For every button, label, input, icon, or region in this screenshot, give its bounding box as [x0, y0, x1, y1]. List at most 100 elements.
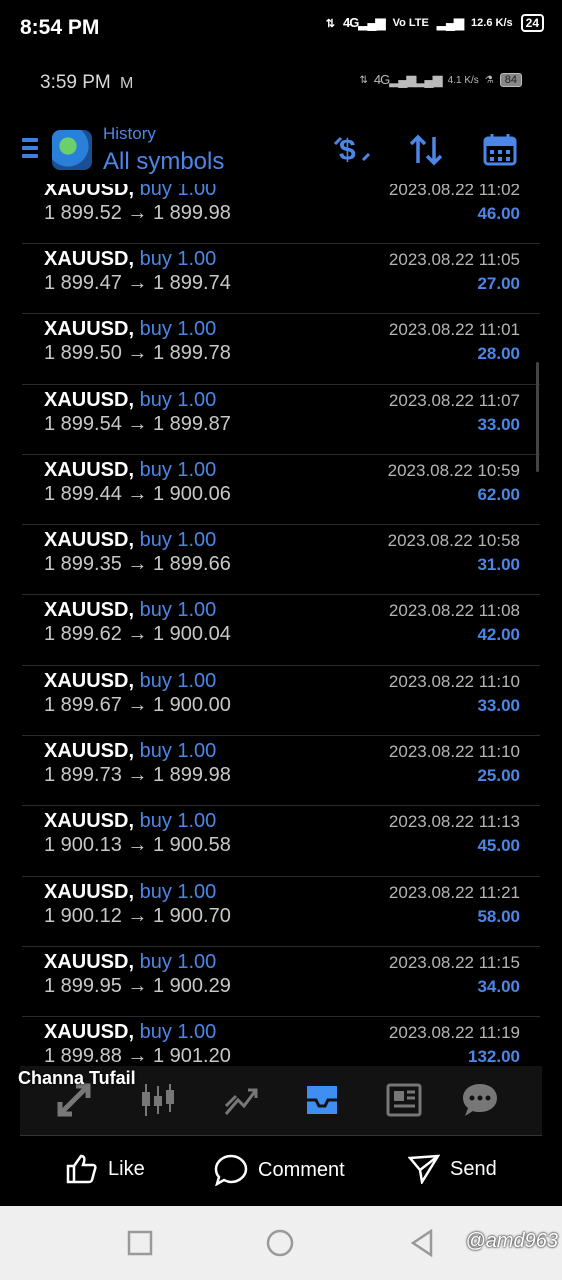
recents-icon[interactable] — [122, 1226, 158, 1260]
signal-icon: 4G▂▄▆▂▄▆ — [373, 72, 443, 87]
system-nav-bar: @amd963 — [0, 1206, 562, 1280]
trade-datetime: 2023.08.22 11:15 — [388, 952, 520, 972]
trade-symbol: XAUUSD, buy 1.00 — [44, 248, 217, 270]
status-icons: ⇅ 4G▂▄▆ Vo LTE ▂▄▆ 12.6 K/s 24 — [326, 14, 544, 32]
trade-prices: 1 899.88 → 1 901.20 — [44, 1045, 231, 1066]
like-label: Like — [108, 1157, 145, 1180]
trade-prices: 1 899.95 → 1 900.29 — [44, 974, 231, 997]
trade-symbol: XAUUSD, buy 1.00 — [44, 388, 217, 411]
trade-prices: 1 899.54 → 1 899.87 — [44, 412, 231, 435]
trade-row[interactable]: XAUUSD, buy 1.00 1 900.12 → 1 900.70 2023.… — [22, 877, 540, 947]
trade-direction: buy 1.00 — [139, 529, 217, 552]
chat-icon[interactable] — [460, 1080, 500, 1120]
trade-row[interactable]: XAUUSD, buy 1.00 1 899.50 → 1 899.78 2023.… — [22, 314, 540, 385]
scrollbar[interactable] — [536, 362, 539, 472]
watermark: @amd963 — [465, 1230, 558, 1252]
trade-row[interactable]: XAUUSD, buy 1.00 1 899.62 → 1 900.04 2023.… — [22, 595, 540, 666]
trade-prices: 1 899.50 → 1 899.78 — [44, 342, 231, 365]
calendar-icon[interactable] — [480, 130, 520, 170]
home-icon[interactable] — [262, 1226, 298, 1260]
gmail-icon: M — [120, 75, 134, 92]
trade-datetime: 2023.08.22 11:02 — [388, 184, 520, 199]
trade-datetime: 2023.08.22 11:01 — [388, 320, 520, 340]
back-icon[interactable] — [404, 1226, 440, 1260]
trade-profit: 62.00 — [477, 484, 520, 504]
trade-datetime: 2023.08.22 11:08 — [388, 601, 520, 621]
like-icon — [66, 1154, 97, 1184]
trade-profit: 28.00 — [477, 344, 520, 364]
inner-status-time: 3:59 PM M — [40, 72, 134, 93]
trade-profit: 45.00 — [477, 836, 520, 856]
send-button[interactable]: Send — [408, 1154, 497, 1184]
trade-profit: 33.00 — [477, 414, 520, 434]
trade-symbol: XAUUSD, buy 1.00 — [44, 740, 217, 763]
sort-icon[interactable] — [406, 130, 446, 170]
trade-direction: buy 1.00 — [139, 318, 217, 341]
post-actions-bar: Like Comment Send — [0, 1136, 562, 1206]
trade-row[interactable]: XAUUSD, buy 1.00 1 899.47 → 1 899.74 2023.… — [22, 244, 540, 315]
trade-profit: 42.00 — [477, 625, 520, 645]
comment-label: Comment — [258, 1158, 345, 1181]
trade-symbol: XAUUSD, buy 1.00 — [44, 950, 217, 973]
page-subtitle: History — [103, 124, 156, 143]
trade-symbol: XAUUSD, buy 1.00 — [44, 458, 217, 481]
trade-icon[interactable] — [220, 1080, 260, 1120]
trade-row[interactable]: XAUUSD, buy 1.00 1 899.52 → 1 899.98 2023.… — [22, 184, 540, 244]
trade-row[interactable]: XAUUSD, buy 1.00 1 899.95 → 1 900.29 2023.… — [22, 947, 540, 1018]
trade-direction: buy 1.00 — [139, 1021, 217, 1044]
trade-profit: 46.00 — [477, 204, 520, 223]
trade-profit: 25.00 — [477, 766, 520, 786]
trade-history-list[interactable]: XAUUSD, buy 1.00 1 899.52 → 1 899.98 2023.… — [22, 184, 540, 1066]
trade-prices: 1 899.35 → 1 899.66 — [44, 553, 231, 576]
data-arrows-icon: ⇅ — [359, 74, 368, 86]
deposit-filter-icon[interactable]: $ — [332, 130, 372, 170]
trade-datetime: 2023.08.22 11:19 — [388, 1023, 520, 1043]
menu-icon[interactable] — [22, 138, 38, 162]
trade-row[interactable]: XAUUSD, buy 1.00 1 900.13 → 1 900.58 2023.… — [22, 806, 540, 877]
battery-icon: 84 — [499, 73, 522, 87]
data-arrows-icon: ⇅ — [325, 17, 335, 30]
comment-button[interactable]: Comment — [214, 1154, 345, 1186]
net-speed: 12.6 K/s — [471, 17, 513, 29]
inner-status-bar: 3:59 PM M ⇅ 4G▂▄▆▂▄▆ 4.1 K/s ⚗ 84 — [0, 66, 562, 100]
trade-datetime: 2023.08.22 11:10 — [388, 742, 520, 762]
trade-prices: 1 899.62 → 1 900.04 — [44, 623, 231, 646]
trade-prices: 1 899.67 → 1 900.00 — [44, 693, 231, 716]
trade-profit: 33.00 — [477, 695, 520, 715]
trade-datetime: 2023.08.22 11:21 — [388, 882, 520, 902]
trade-datetime: 2023.08.22 11:13 — [388, 812, 520, 832]
trade-profit: 31.00 — [477, 555, 520, 575]
battery-icon: 24 — [520, 14, 544, 32]
trade-row[interactable]: XAUUSD, buy 1.00 1 899.54 → 1 899.87 2023.… — [22, 385, 540, 455]
trade-symbol: XAUUSD, buy 1.00 — [44, 810, 217, 833]
inner-status-icons: ⇅ 4G▂▄▆▂▄▆ 4.1 K/s ⚗ 84 — [359, 72, 522, 88]
trade-datetime: 2023.08.22 10:59 — [387, 460, 520, 480]
metatrader-logo-icon — [52, 130, 92, 170]
news-icon[interactable] — [384, 1080, 424, 1120]
trade-row[interactable]: XAUUSD, buy 1.00 1 899.44 → 1 900.06 2023.… — [22, 455, 540, 526]
trade-profit: 132.00 — [468, 1047, 520, 1066]
chart-icon[interactable] — [138, 1080, 178, 1120]
send-label: Send — [450, 1157, 497, 1180]
trade-row[interactable]: XAUUSD, buy 1.00 1 899.88 → 1 901.20 2023.… — [22, 1017, 540, 1066]
trade-row[interactable]: XAUUSD, buy 1.00 1 899.73 → 1 899.98 2023.… — [22, 736, 540, 807]
trade-direction: buy 1.00 — [139, 599, 217, 622]
post-author[interactable]: Channa Tufail — [18, 1068, 136, 1089]
trade-row[interactable]: XAUUSD, buy 1.00 1 899.67 → 1 900.00 2023.… — [22, 666, 540, 737]
trade-symbol: XAUUSD, buy 1.00 — [44, 529, 217, 552]
like-button[interactable]: Like — [66, 1154, 145, 1184]
trade-symbol: XAUUSD, buy 1.00 — [44, 880, 217, 903]
page-title[interactable]: All symbols — [103, 148, 224, 176]
app-header: History All symbols $ — [0, 122, 562, 184]
trade-direction: buy 1.00 — [139, 950, 217, 973]
trade-direction: buy 1.00 — [139, 458, 217, 481]
trade-direction: buy 1.00 — [139, 248, 217, 270]
trade-datetime: 2023.08.22 11:07 — [388, 390, 520, 410]
trade-prices: 1 900.12 → 1 900.70 — [44, 904, 231, 927]
trade-profit: 34.00 — [477, 976, 520, 996]
trade-row[interactable]: XAUUSD, buy 1.00 1 899.35 → 1 899.66 2023.… — [22, 525, 540, 596]
signal-icon-2: ▂▄▆ — [436, 15, 464, 30]
signal-icon: 4G▂▄▆ — [343, 15, 386, 30]
history-icon[interactable] — [302, 1080, 342, 1120]
trade-prices: 1 899.52 → 1 899.98 — [44, 202, 231, 224]
